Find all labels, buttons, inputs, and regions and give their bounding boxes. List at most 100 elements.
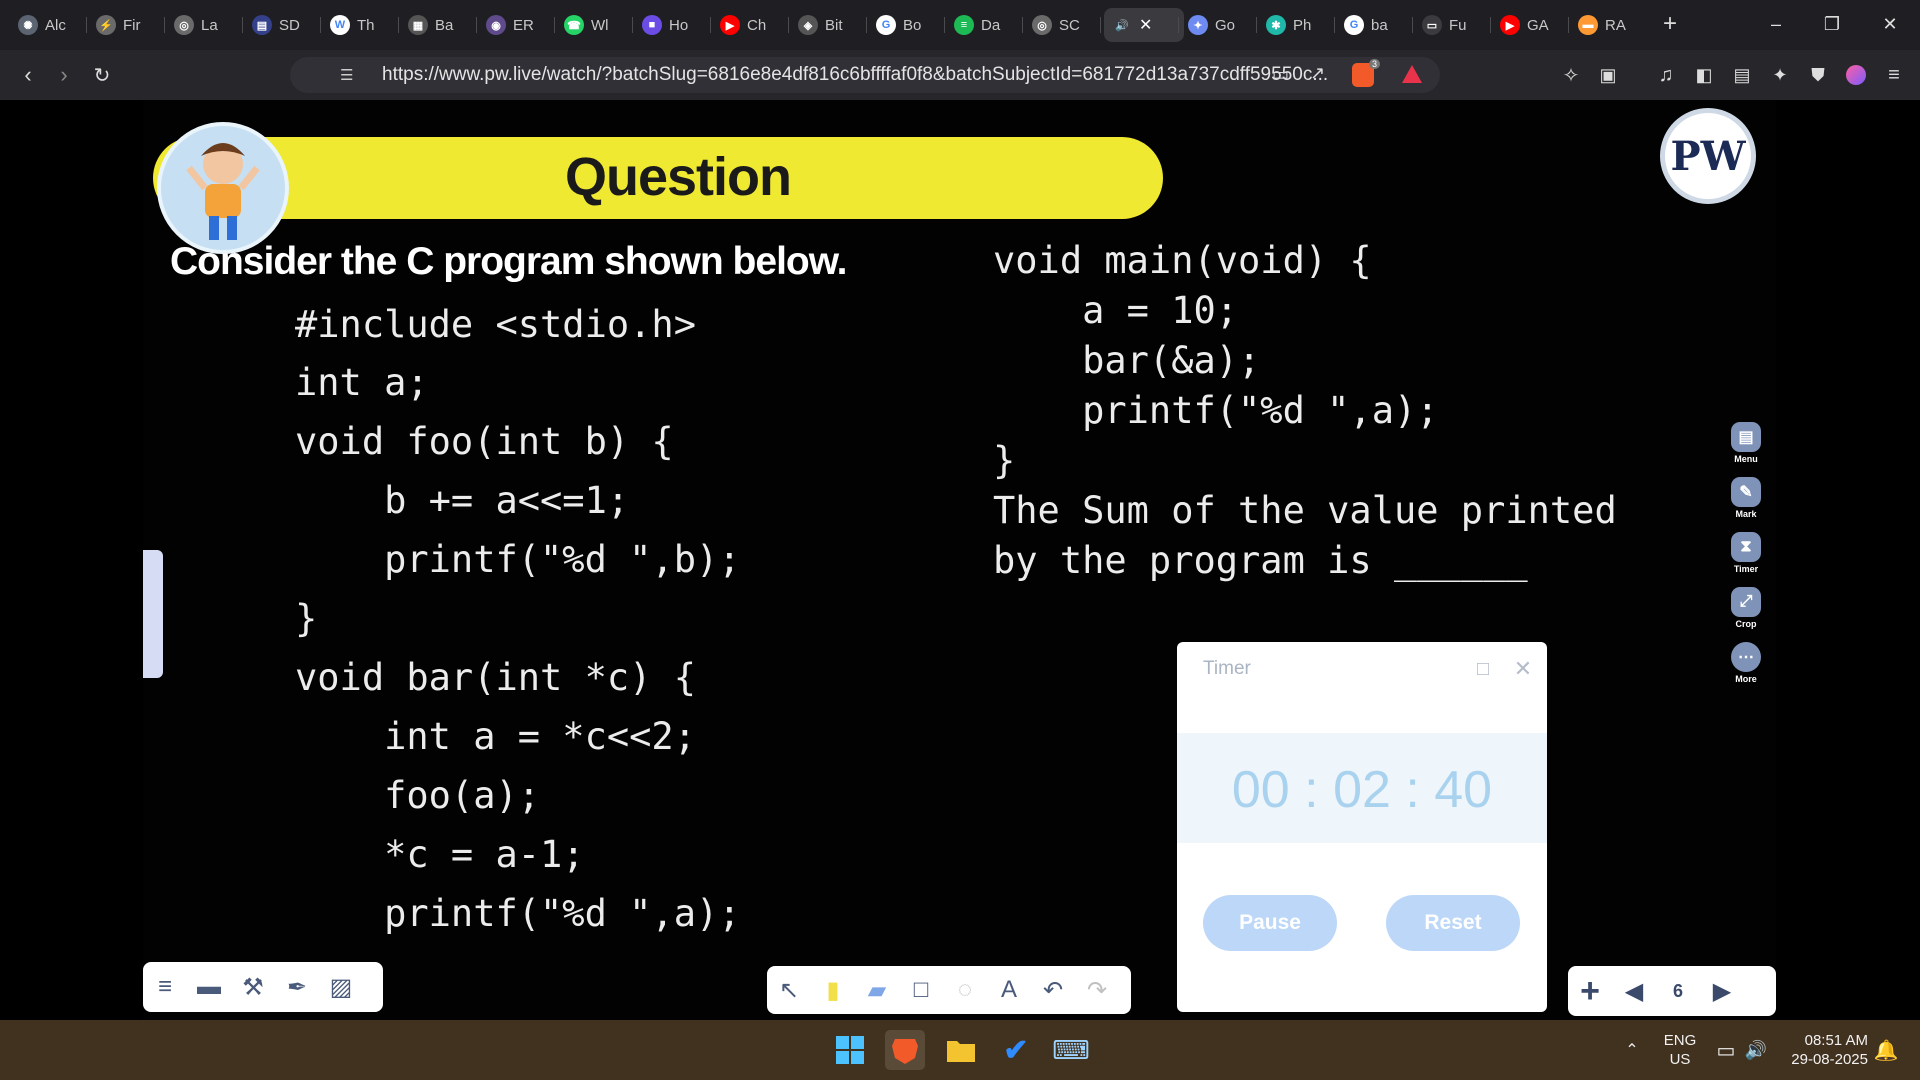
- perplexity-icon: ✱: [1266, 15, 1286, 35]
- browser-tab[interactable]: ✦ Go: [1188, 8, 1240, 42]
- menu-icon[interactable]: ≡: [1878, 59, 1910, 91]
- text-pen-icon[interactable]: A: [990, 971, 1028, 1009]
- side-tool-timer[interactable]: ⧗ Timer: [1726, 532, 1766, 584]
- highlighter-icon[interactable]: ▮: [814, 971, 852, 1009]
- volume-icon[interactable]: 🔊: [1736, 1030, 1776, 1070]
- extensions-icon[interactable]: ✧: [1555, 59, 1587, 91]
- file-explorer-icon[interactable]: [941, 1030, 981, 1070]
- language-indicator[interactable]: ENG US: [1660, 1031, 1700, 1069]
- minimize-icon[interactable]: –: [1756, 8, 1796, 40]
- tab-active[interactable]: 🔊 ✕: [1104, 8, 1184, 42]
- tab-label: Ba: [435, 16, 454, 34]
- page-number[interactable]: 6: [1659, 972, 1697, 1010]
- left-panel-handle[interactable]: [143, 550, 163, 678]
- browser-tab[interactable]: ≡ Da: [954, 8, 1006, 42]
- side-tool-crop[interactable]: ⤢ Crop: [1726, 587, 1766, 639]
- side-tool-more[interactable]: ⋯ More: [1726, 642, 1766, 694]
- reload-icon[interactable]: ↻: [86, 59, 118, 91]
- profile-avatar[interactable]: [1840, 59, 1872, 91]
- brush-icon[interactable]: ✒: [278, 968, 316, 1006]
- tab-label: Go: [1215, 16, 1236, 34]
- browser-tab[interactable]: ▤ SD: [252, 8, 304, 42]
- eraser-icon[interactable]: ▰: [858, 971, 896, 1009]
- lasso-icon[interactable]: ◌: [946, 971, 984, 1009]
- keyboard-icon[interactable]: ⌨: [1051, 1030, 1091, 1070]
- side-tool-mark[interactable]: ✎ Mark: [1726, 477, 1766, 529]
- browser-tab[interactable]: ▶ Ch: [720, 8, 772, 42]
- browser-tab[interactable]: ▶ GA: [1500, 8, 1552, 42]
- pointer-icon[interactable]: ↖: [770, 971, 808, 1009]
- cast-icon[interactable]: ▭: [1272, 64, 1289, 85]
- tab-label: Alc: [45, 16, 66, 34]
- brave-taskbar-icon[interactable]: [885, 1030, 925, 1070]
- browser-tab[interactable]: ▭ Fu: [1422, 8, 1474, 42]
- image-icon[interactable]: ▨: [322, 968, 360, 1006]
- browser-tab[interactable]: Gba: [1344, 8, 1396, 42]
- clock[interactable]: 08:51 AM 29-08-2025: [1778, 1031, 1868, 1069]
- browser-tab[interactable]: G Bo: [876, 8, 928, 42]
- address-bar[interactable]: ☰ https://www.pw.live/watch/?batchSlug=6…: [290, 57, 1440, 93]
- tab-separator: [1334, 17, 1335, 33]
- leo-ai-icon[interactable]: ✦: [1764, 59, 1796, 91]
- pause-button[interactable]: Pause: [1203, 895, 1337, 951]
- code-line: #include <stdio.h>: [295, 303, 696, 346]
- back-icon[interactable]: ‹: [12, 59, 44, 91]
- browser-tab[interactable]: ◈ Bit: [798, 8, 850, 42]
- restore-icon[interactable]: ❐: [1812, 8, 1852, 40]
- maximize-icon[interactable]: □: [1470, 656, 1496, 682]
- site-info-icon[interactable]: ☰: [340, 66, 353, 84]
- hamburger-icon[interactable]: ≡: [146, 968, 184, 1006]
- tools-icon[interactable]: ⚒: [234, 968, 272, 1006]
- next-page-icon[interactable]: ▶: [1703, 972, 1741, 1010]
- code-line: }: [993, 439, 1016, 482]
- chatgpt-icon: ✺: [18, 15, 38, 35]
- add-page-icon[interactable]: +: [1571, 972, 1609, 1010]
- browser-tab[interactable]: ✺ Alc: [18, 8, 70, 42]
- browser-tab[interactable]: ◎ SC: [1032, 8, 1084, 42]
- tab-separator: [1256, 17, 1257, 33]
- browser-tab[interactable]: ☎ Wl: [564, 8, 616, 42]
- tab-label: La: [201, 16, 218, 34]
- browser-tab[interactable]: ⚡ Fir: [96, 8, 148, 42]
- todo-icon[interactable]: ✔: [996, 1030, 1036, 1070]
- windows-start-icon[interactable]: [830, 1030, 870, 1070]
- sidebar-icon[interactable]: ◧: [1688, 59, 1720, 91]
- brave-rewards-icon[interactable]: [1402, 65, 1422, 83]
- screen-icon[interactable]: ▬: [190, 968, 228, 1006]
- language-code: ENG: [1663, 1032, 1697, 1049]
- brave-shields-icon[interactable]: 3: [1352, 59, 1380, 87]
- browser-tab[interactable]: ◎ La: [174, 8, 226, 42]
- chevron-up-icon[interactable]: ⌃: [1612, 1030, 1652, 1070]
- tab-close-icon[interactable]: ✕: [1139, 15, 1152, 35]
- forward-icon[interactable]: ›: [48, 59, 80, 91]
- erp-icon: ◉: [486, 15, 506, 35]
- tab-label: Wl: [591, 16, 609, 34]
- browser-tab[interactable]: ▬ RA: [1578, 8, 1630, 42]
- browser-tab[interactable]: ✱ Ph: [1266, 8, 1318, 42]
- notification-bell-icon[interactable]: 🔔: [1866, 1030, 1906, 1070]
- browser-tab[interactable]: W Th: [330, 8, 382, 42]
- reset-button[interactable]: Reset: [1386, 895, 1520, 951]
- close-icon[interactable]: ✕: [1510, 656, 1536, 682]
- redo-icon[interactable]: ↷: [1078, 971, 1116, 1009]
- side-tool-menu[interactable]: ▤ Menu: [1726, 422, 1766, 474]
- tab-separator: [86, 17, 87, 33]
- vpn-icon[interactable]: ⛊: [1802, 59, 1834, 91]
- code-line: *c = a-1;: [295, 833, 585, 876]
- browser-tab[interactable]: ◉ ER: [486, 8, 538, 42]
- browser-tab[interactable]: ▦ Ba: [408, 8, 460, 42]
- video-player[interactable]: Question PW Consider the C program shown…: [143, 100, 1776, 1020]
- reader-icon[interactable]: ▣: [1592, 59, 1624, 91]
- browser-tab[interactable]: ■ Ho: [642, 8, 694, 42]
- rectangle-icon[interactable]: □: [902, 971, 940, 1009]
- close-window-icon[interactable]: ✕: [1870, 8, 1910, 40]
- wallet-icon[interactable]: ▤: [1726, 59, 1758, 91]
- grid-icon: ▦: [408, 15, 428, 35]
- share-icon[interactable]: ↗: [1310, 63, 1325, 84]
- url-text[interactable]: https://www.pw.live/watch/?batchSlug=681…: [382, 57, 1328, 93]
- prev-page-icon[interactable]: ◀: [1615, 972, 1653, 1010]
- new-tab-icon[interactable]: +: [1650, 8, 1690, 40]
- side-tool-label: More: [1735, 674, 1757, 684]
- undo-icon[interactable]: ↶: [1034, 971, 1072, 1009]
- media-icon[interactable]: ♫: [1650, 59, 1682, 91]
